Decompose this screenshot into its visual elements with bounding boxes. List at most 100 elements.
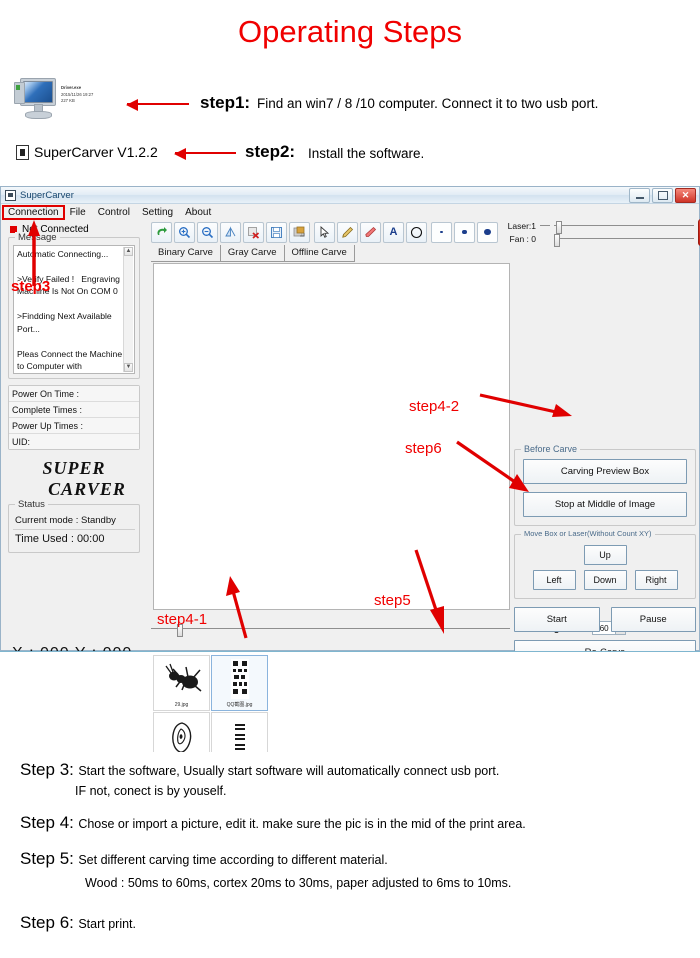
- move-box-legend: Move Box or Laser(Without Count XY): [521, 529, 655, 538]
- brand-line2: CARVER: [48, 479, 126, 499]
- fan-label: Fan : 0: [509, 233, 536, 244]
- move-up-button[interactable]: Up: [583, 545, 627, 565]
- shell-thumbnail: [154, 713, 209, 752]
- annotation-step4-2-arrow: [478, 392, 574, 422]
- step2-label: step2:: [245, 142, 296, 161]
- message-line: to Computer with: [17, 361, 82, 372]
- brush-size-large-button[interactable]: [477, 221, 498, 243]
- move-left-button[interactable]: Left: [532, 570, 576, 590]
- message-line: >Findding Next Available: [17, 311, 112, 322]
- brush-size-medium-button[interactable]: [454, 221, 475, 243]
- menu-item-setting[interactable]: Setting: [136, 206, 179, 219]
- pencil-icon[interactable]: [337, 221, 358, 243]
- bottom-step-6: Step 6: Start print.: [20, 913, 680, 933]
- message-line: [17, 298, 131, 310]
- monitor-driver-icon: [14, 78, 58, 120]
- bottom-step-6-line1: Start print.: [78, 917, 136, 931]
- toolbar: A Laser:1 Fan : 0: [149, 218, 700, 247]
- menu-bar: Connection File Control Setting About: [1, 204, 699, 220]
- bottom-step-3-line2: IF not, conect is by youself.: [75, 784, 227, 798]
- minimize-button[interactable]: [629, 187, 650, 203]
- text-icon[interactable]: A: [383, 221, 404, 243]
- eraser-icon[interactable]: [360, 221, 381, 243]
- move-down-button[interactable]: Down: [583, 570, 627, 590]
- annotation-step6-arrow: [455, 440, 533, 496]
- zoom-out-icon[interactable]: [197, 221, 218, 243]
- installer-icon: [16, 145, 29, 160]
- current-mode: Current mode : Standby: [13, 512, 135, 530]
- move-box-group: Move Box or Laser(Without Count XY) Up L…: [514, 529, 696, 599]
- device-info-group: Power On Time : Complete Times : Power U…: [8, 385, 140, 450]
- bottom-step-3-num: Step 3:: [20, 760, 74, 779]
- list-item[interactable]: [153, 712, 210, 752]
- info-row: Complete Times :: [9, 402, 139, 418]
- zoom-in-icon[interactable]: [174, 221, 195, 243]
- delete-icon[interactable]: [243, 221, 264, 243]
- bottom-step-5-line2: Wood : 50ms to 60ms, cortex 20ms to 30ms…: [85, 876, 512, 890]
- info-row: UID:: [9, 434, 139, 449]
- close-button[interactable]: ✕: [675, 187, 696, 203]
- scroll-down-icon[interactable]: ▼: [124, 363, 133, 372]
- cursor-icon[interactable]: [314, 221, 335, 243]
- step2-text: Install the software.: [308, 146, 425, 161]
- brush-size-small-button[interactable]: [431, 221, 452, 243]
- list-item[interactable]: QQ截图.jpg: [211, 655, 268, 711]
- menu-item-control[interactable]: Control: [92, 206, 136, 219]
- pause-button[interactable]: Pause: [610, 607, 696, 632]
- message-scrollbar[interactable]: ▲ ▼: [123, 247, 133, 372]
- list-item[interactable]: 29.jpg: [153, 655, 210, 711]
- tab-gray-carve[interactable]: Gray Carve: [221, 245, 285, 261]
- annotation-step6: step6: [405, 440, 442, 457]
- menu-item-file[interactable]: File: [64, 206, 92, 219]
- status-group: Status Current mode : Standby Time Used …: [8, 499, 140, 553]
- fan-slider[interactable]: [554, 234, 694, 247]
- text-thumbnail: [212, 713, 267, 752]
- annotation-step5: step5: [374, 592, 411, 609]
- carve-tabs: Binary Carve Gray Carve Offline Carve: [151, 245, 355, 262]
- stop-at-middle-button[interactable]: Stop at Middle of Image: [523, 492, 687, 517]
- laser-slider[interactable]: [554, 221, 694, 234]
- status-legend: Status: [15, 499, 48, 510]
- page-title: Operating Steps: [237, 14, 463, 49]
- scroll-up-icon[interactable]: ▲: [124, 247, 133, 256]
- annotation-step4-1-arrow: [222, 572, 252, 640]
- thumbnail-caption: 29.jpg: [174, 702, 189, 708]
- bottom-step-5-num: Step 5:: [20, 849, 74, 868]
- before-carve-group: Before Carve Carving Preview Box Stop at…: [514, 444, 696, 526]
- thumbnail-strip: 29.jpg QQ截图.jpg: [0, 651, 700, 752]
- image-icon[interactable]: [289, 221, 310, 243]
- start-button[interactable]: Start: [514, 607, 600, 632]
- left-panel: Not Connected Message Automatic Connecti…: [4, 220, 144, 662]
- flip-icon[interactable]: [220, 221, 241, 243]
- thumbnail-caption: QQ截图.jpg: [226, 702, 253, 708]
- menu-item-about[interactable]: About: [179, 206, 217, 219]
- brand-logo: SUPER CARVER: [4, 458, 144, 500]
- driver-file-meta: Driver.exe 2015/11/26 19:27 227 KB: [61, 85, 123, 105]
- bottom-step-4-line1: Chose or import a picture, edit it. make…: [78, 817, 526, 831]
- menu-item-connection[interactable]: Connection: [2, 204, 65, 220]
- carve-canvas[interactable]: [153, 263, 510, 610]
- installer-name: SuperCarver V1.2.2: [34, 144, 158, 160]
- maximize-button[interactable]: [652, 187, 673, 203]
- step1-label: step1:: [200, 93, 251, 112]
- step2-row: SuperCarver V1.2.2 step2: Install the so…: [14, 140, 674, 168]
- circle-icon[interactable]: [406, 221, 427, 243]
- carving-preview-box-button[interactable]: Carving Preview Box: [523, 459, 687, 484]
- tab-offline-carve[interactable]: Offline Carve: [285, 245, 355, 261]
- title-bar: SuperCarver ✕: [1, 187, 699, 204]
- carving-time-slider[interactable]: [165, 623, 510, 637]
- ant-thumbnail: [154, 656, 209, 702]
- message-line: [17, 335, 131, 347]
- bottom-step-3: Step 3: Start the software, Usually star…: [20, 760, 680, 798]
- time-used: Time Used : 00:00: [15, 533, 105, 545]
- undo-icon[interactable]: [151, 221, 172, 243]
- info-row: Power Up Times :: [9, 418, 139, 434]
- bottom-step-5-line1: Set different carving time according to …: [78, 853, 388, 867]
- save-icon[interactable]: [266, 221, 287, 243]
- bottom-step-4-num: Step 4:: [20, 813, 74, 832]
- list-item[interactable]: [211, 712, 268, 752]
- tab-binary-carve[interactable]: Binary Carve: [151, 245, 221, 261]
- step1-text: Find an win7 / 8 /10 computer. Connect i…: [257, 96, 599, 111]
- driver-file-size: 227 KB: [61, 98, 75, 103]
- move-right-button[interactable]: Right: [634, 570, 678, 590]
